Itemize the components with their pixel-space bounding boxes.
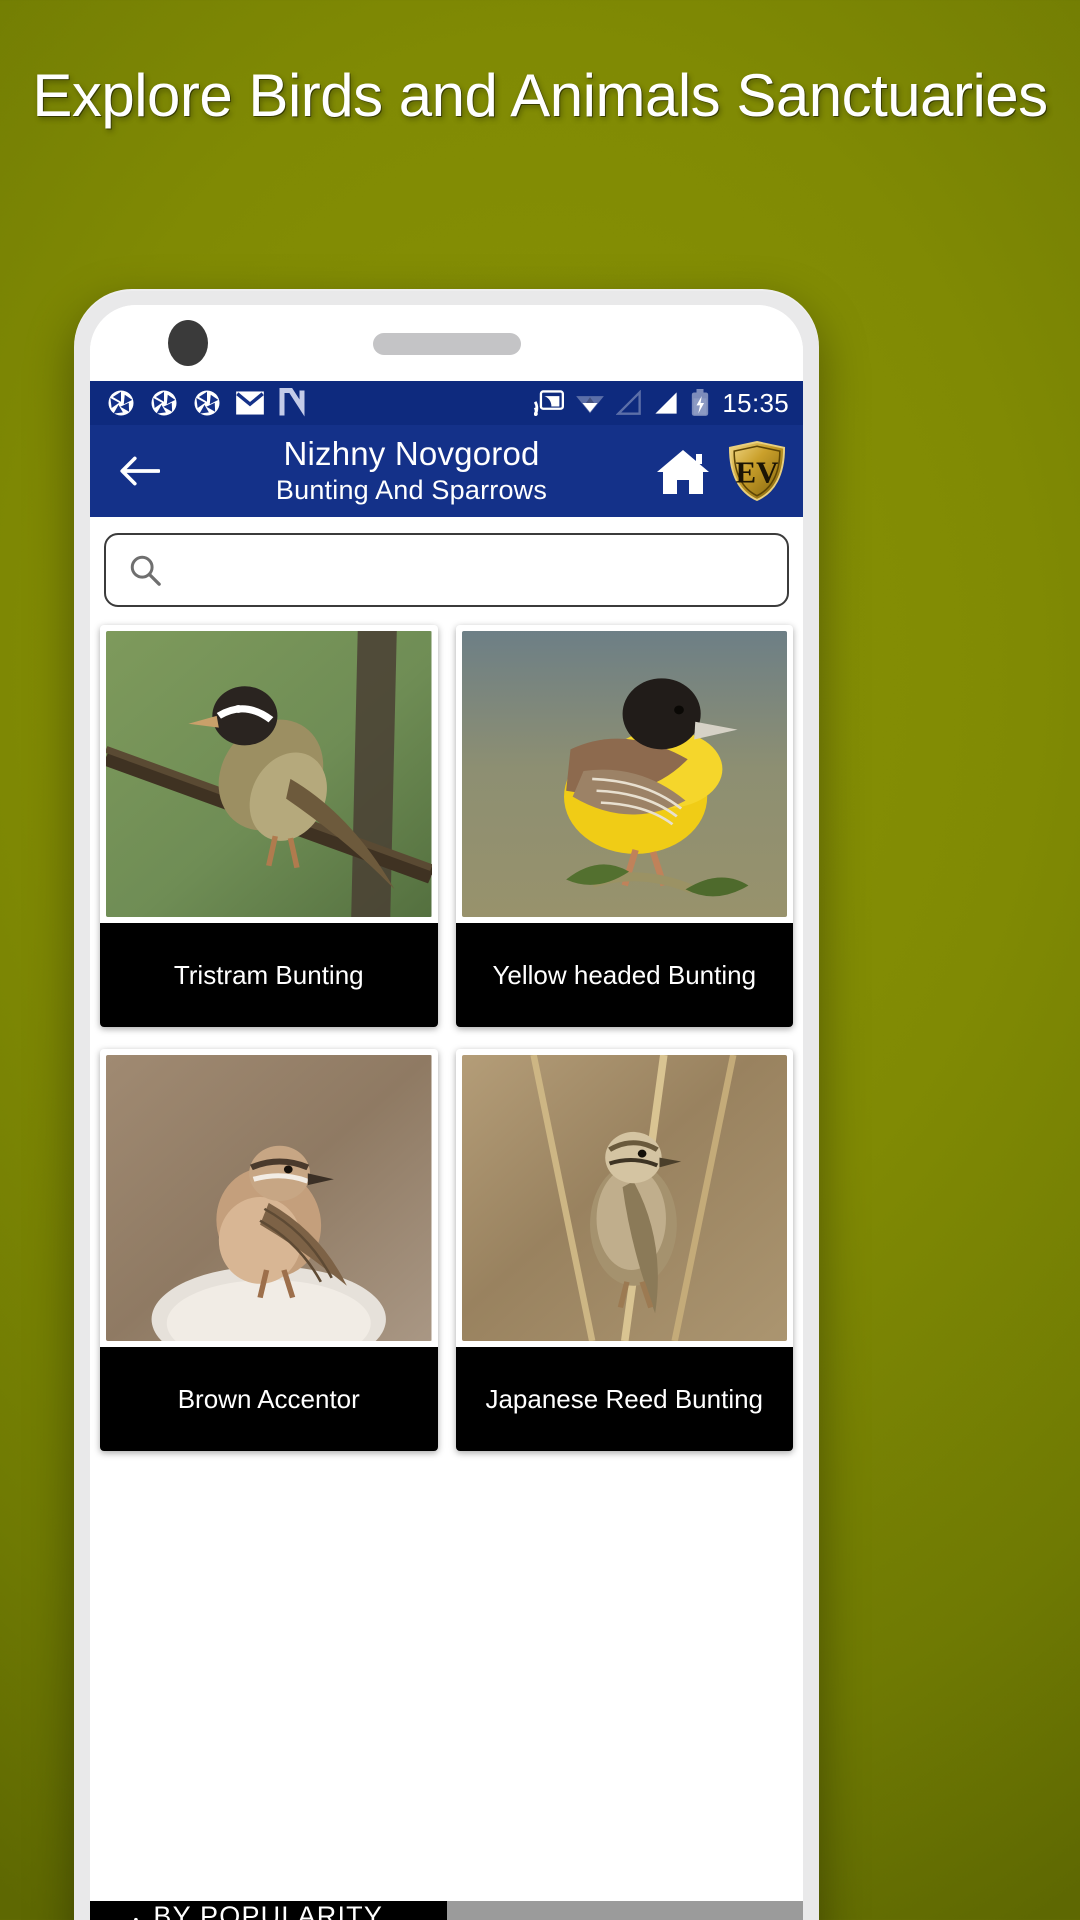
species-photo bbox=[106, 631, 432, 917]
page-subtitle: Bunting And Sparrows bbox=[275, 475, 548, 506]
status-bar: 15:35 bbox=[90, 381, 803, 425]
app-logo-button[interactable]: EV bbox=[723, 437, 791, 505]
battery-charging-icon bbox=[692, 389, 709, 416]
cast-icon bbox=[534, 390, 565, 416]
sort-popularity-wrap: BY POPULARITY bbox=[90, 1901, 447, 1920]
species-card[interactable]: Brown Accentor bbox=[100, 1049, 438, 1451]
species-photo bbox=[461, 1055, 787, 1341]
species-photo bbox=[461, 631, 787, 917]
search-input[interactable] bbox=[176, 535, 765, 605]
gmail-icon bbox=[236, 391, 264, 415]
back-button[interactable] bbox=[108, 440, 170, 502]
species-card[interactable]: Yellow headed Bunting bbox=[455, 625, 793, 1027]
species-photo bbox=[106, 1055, 432, 1341]
earpiece-speaker bbox=[372, 333, 521, 355]
species-name: Tristram Bunting bbox=[100, 923, 438, 1027]
ev-shield-logo-icon: EV bbox=[728, 441, 786, 502]
search-box[interactable] bbox=[104, 533, 789, 607]
home-button[interactable] bbox=[649, 440, 717, 502]
promo-headline: Explore Birds and Animals Sanctuaries bbox=[32, 62, 1048, 129]
phone-top-bezel bbox=[90, 305, 803, 381]
nova-icon bbox=[279, 388, 305, 417]
aperture-icon bbox=[108, 390, 134, 416]
clock-time: 15:35 bbox=[722, 387, 789, 418]
signal-full-icon bbox=[655, 392, 678, 414]
phone-screen: 15:35 Nizhny Novgorod Bunting And Sparro… bbox=[90, 305, 803, 1920]
sort-arrows-icon bbox=[134, 1917, 158, 1920]
signal-empty-icon bbox=[616, 390, 642, 415]
arrow-left-icon bbox=[120, 456, 160, 486]
species-name: Brown Accentor bbox=[100, 1347, 438, 1451]
home-icon bbox=[657, 450, 709, 494]
sort-tab-popularity-label: BY POPULARITY bbox=[153, 1901, 384, 1920]
species-name: Yellow headed Bunting bbox=[455, 923, 793, 1027]
app-bar: Nizhny Novgorod Bunting And Sparrows EV bbox=[90, 425, 803, 517]
status-bar-notifications bbox=[106, 388, 319, 418]
sort-bar: BY POPULARITY BY ALPHABETS bbox=[90, 1901, 803, 1920]
sort-tab-popularity[interactable]: BY POPULARITY bbox=[90, 1901, 447, 1920]
app-bar-titles: Nizhny Novgorod Bunting And Sparrows bbox=[170, 435, 649, 506]
search-section bbox=[90, 517, 803, 619]
status-bar-system: 15:35 bbox=[523, 388, 789, 419]
aperture-icon bbox=[151, 390, 177, 416]
page-title: Nizhny Novgorod bbox=[283, 435, 540, 473]
species-grid: Tristram Bunting Yellow headed Bunting B… bbox=[90, 619, 803, 1451]
species-card[interactable]: Japanese Reed Bunting bbox=[455, 1049, 793, 1451]
phone-mockup: 15:35 Nizhny Novgorod Bunting And Sparro… bbox=[74, 289, 819, 1920]
front-camera-icon bbox=[168, 320, 208, 366]
aperture-icon bbox=[194, 390, 220, 416]
wifi-icon bbox=[576, 396, 605, 414]
svg-text:EV: EV bbox=[736, 455, 779, 490]
species-card[interactable]: Tristram Bunting bbox=[100, 625, 438, 1027]
sort-tab-alphabets[interactable]: BY ALPHABETS bbox=[446, 1901, 803, 1920]
species-name: Japanese Reed Bunting bbox=[455, 1347, 793, 1451]
search-icon bbox=[130, 555, 161, 586]
